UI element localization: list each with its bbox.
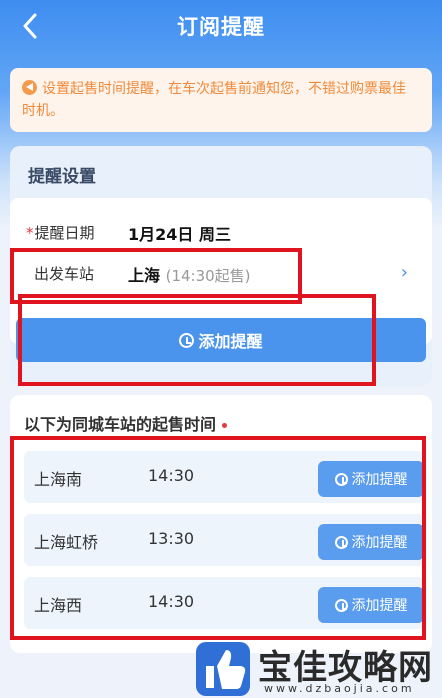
station-value[interactable]: 上海 (14:30起售) [128,262,251,286]
stations-title: 以下为同城车站的起售时间 [24,411,228,435]
station-add-reminder-button[interactable]: 添加提醒 [318,587,424,623]
notice-text: 设置起售时间提醒，在车次起售前通知您，不错过购票最佳时机。 [22,81,406,119]
thumbs-up-logo-icon [196,642,250,696]
required-mark: * [26,224,34,242]
station-time: 14:30 [148,466,195,485]
alarm-clock-icon [334,535,348,549]
date-value[interactable]: 1月24日 周三 [128,221,231,245]
station-add-reminder-button[interactable]: 添加提醒 [318,461,424,497]
alarm-clock-icon [334,472,348,486]
back-chevron-icon[interactable] [16,10,44,42]
horn-icon [22,80,37,95]
settings-title: 提醒设置 [28,167,96,187]
station-name: 上海虹桥 [34,533,99,552]
station-label: 出发车站 [34,265,95,283]
watermark-url: www.dzbaojia.com [264,682,415,695]
station-row: 上海南 14:30 添加提醒 [24,451,424,503]
station-time: 14:30 [148,592,195,611]
alarm-clock-icon [334,598,348,612]
watermark: 宝佳攻略网 www.dzbaojia.com [192,636,442,698]
station-sale-time: (14:30起售) [165,267,251,285]
station-add-reminder-button[interactable]: 添加提醒 [318,524,424,560]
station-name: 上海南 [34,470,83,489]
chevron-right-icon[interactable]: › [401,262,408,283]
notice-banner: 设置起售时间提醒，在车次起售前通知您，不错过购票最佳时机。 [10,68,432,132]
station-name: 上海西 [34,596,83,615]
station-row: 上海西 14:30 添加提醒 [24,577,424,629]
date-label: *提醒日期 [26,224,95,242]
add-reminder-button[interactable]: 添加提醒 [16,318,426,362]
station-time: 13:30 [148,529,195,548]
app-header: 订阅提醒 [0,0,442,52]
red-dot [222,423,228,428]
page-title: 订阅提醒 [177,15,265,39]
station-row: 上海虹桥 13:30 添加提醒 [24,514,424,566]
same-city-stations-card: 以下为同城车站的起售时间 上海南 14:30 添加提醒 上海虹桥 13:30 添… [10,395,432,653]
alarm-clock-icon [179,332,195,348]
